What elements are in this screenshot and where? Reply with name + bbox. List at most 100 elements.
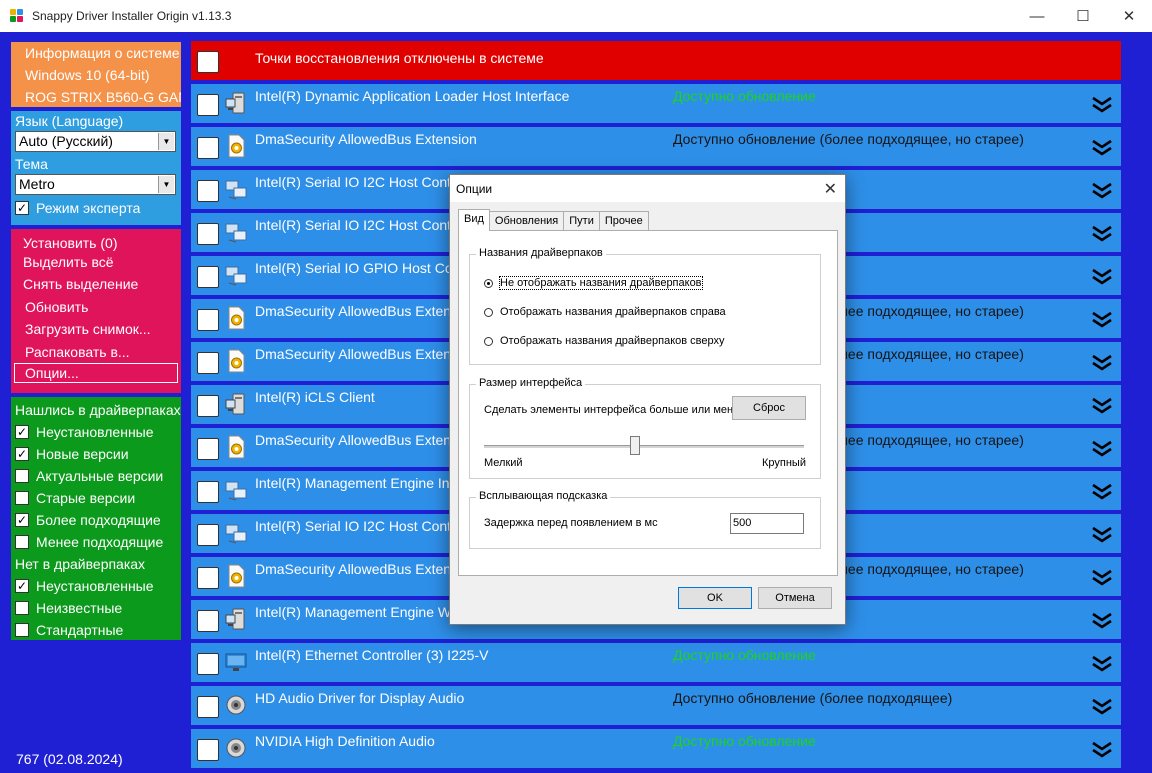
theme-select[interactable]: Metro ▼ [15, 174, 176, 195]
expand-chevron-icon[interactable] [1091, 741, 1113, 759]
speaker-icon [225, 693, 247, 717]
expand-chevron-icon[interactable] [1091, 612, 1113, 630]
checkbox-icon[interactable]: ✓ [15, 425, 29, 439]
checkbox-icon[interactable]: ✓ [15, 513, 29, 527]
checkbox-icon[interactable]: ✓ [15, 447, 29, 461]
filter-checkbox[interactable]: Актуальные версии [11, 465, 181, 487]
expand-chevron-icon[interactable] [1091, 311, 1113, 329]
driver-checkbox[interactable] [197, 653, 219, 675]
driver-checkbox[interactable] [197, 481, 219, 503]
tab-other[interactable]: Прочее [598, 211, 649, 230]
options-dialog: Опции ✕ Вид Обновления Пути Прочее Назва… [449, 174, 846, 625]
driver-checkbox[interactable] [197, 524, 219, 546]
close-icon[interactable]: ✕ [824, 179, 837, 199]
filter-checkbox[interactable]: Менее подходящие [11, 531, 181, 553]
restore-points-warning-row[interactable]: Точки восстановления отключены в системе [191, 41, 1121, 80]
checkbox-icon[interactable] [15, 535, 29, 549]
tab-paths[interactable]: Пути [563, 211, 600, 230]
options-button[interactable]: Опции... [14, 363, 178, 383]
load-snapshot-button[interactable]: Загрузить снимок... [11, 318, 181, 341]
driver-row[interactable]: Intel(R) Ethernet Controller (3) I225-V Д… [191, 643, 1121, 682]
expand-chevron-icon[interactable] [1091, 354, 1113, 372]
filter-checkbox[interactable]: Стандартные [11, 619, 181, 641]
expand-chevron-icon[interactable] [1091, 440, 1113, 458]
expand-chevron-icon[interactable] [1091, 139, 1113, 157]
select-all-button[interactable]: Выделить всё [11, 251, 181, 274]
driver-checkbox[interactable] [197, 567, 219, 589]
tooltip-delay-input[interactable]: 500 [730, 513, 804, 534]
radio-icon[interactable] [484, 336, 493, 346]
scale-slider-track[interactable] [484, 445, 804, 448]
filter-checkbox[interactable]: ✓ Неустановленные [11, 421, 181, 443]
driver-checkbox[interactable] [197, 309, 219, 331]
checkbox-icon[interactable]: ✓ [15, 579, 29, 593]
network-icon [225, 220, 247, 244]
filter-checkbox[interactable]: ✓ Новые версии [11, 443, 181, 465]
system-info-link[interactable]: Информация о системе [11, 42, 181, 64]
expand-chevron-icon[interactable] [1091, 483, 1113, 501]
driver-checkbox[interactable] [197, 94, 219, 116]
language-select[interactable]: Auto (Русский) ▼ [15, 131, 176, 152]
minimize-button[interactable]: — [1014, 0, 1060, 32]
checkbox-icon[interactable]: ✓ [15, 201, 29, 215]
filter-checkbox[interactable]: ✓ Более подходящие [11, 509, 181, 531]
driver-row[interactable]: Intel(R) Dynamic Application Loader Host… [191, 84, 1121, 123]
tab-content: Названия драйверпаков Не отображать назв… [458, 230, 838, 576]
tab-updates[interactable]: Обновления [488, 211, 565, 230]
driver-row[interactable]: NVIDIA High Definition Audio Доступно обн… [191, 729, 1121, 768]
driver-name: DmaSecurity AllowedBus Extension [255, 346, 477, 362]
expert-mode-checkbox[interactable]: ✓ Режим эксперта [11, 197, 181, 219]
expand-chevron-icon[interactable] [1091, 96, 1113, 114]
system-info-panel[interactable]: Информация о системе Windows 10 (64-bit)… [11, 42, 181, 107]
refresh-button[interactable]: Обновить [11, 296, 181, 319]
radio-hide-names[interactable]: Не отображать названия драйверпаков [484, 276, 703, 290]
deselect-button[interactable]: Снять выделение [11, 273, 181, 296]
maximize-button[interactable]: ☐ [1060, 0, 1106, 32]
driver-row[interactable]: DmaSecurity AllowedBus Extension Доступно… [191, 127, 1121, 166]
driver-checkbox[interactable] [197, 352, 219, 374]
driver-checkbox[interactable] [197, 438, 219, 460]
expand-chevron-icon[interactable] [1091, 182, 1113, 200]
driver-checkbox[interactable] [197, 180, 219, 202]
radio-names-top[interactable]: Отображать названия драйверпаков сверху [484, 335, 724, 347]
expand-chevron-icon[interactable] [1091, 698, 1113, 716]
expand-chevron-icon[interactable] [1091, 225, 1113, 243]
radio-icon[interactable] [484, 278, 493, 288]
checkbox-icon[interactable] [15, 491, 29, 505]
filter-checkbox[interactable]: Неизвестные [11, 597, 181, 619]
driver-checkbox[interactable] [197, 739, 219, 761]
ok-button[interactable]: OK [678, 587, 752, 609]
radio-names-right[interactable]: Отображать названия драйверпаков справа [484, 306, 726, 318]
driver-row[interactable]: HD Audio Driver for Display Audio Доступн… [191, 686, 1121, 725]
expand-chevron-icon[interactable] [1091, 655, 1113, 673]
expand-chevron-icon[interactable] [1091, 569, 1113, 587]
driver-checkbox[interactable] [197, 696, 219, 718]
driver-checkbox[interactable] [197, 223, 219, 245]
scale-slider-thumb[interactable] [630, 436, 640, 455]
expand-chevron-icon[interactable] [1091, 397, 1113, 415]
filter-checkbox[interactable]: ✓ Неустановленные [11, 575, 181, 597]
expand-chevron-icon[interactable] [1091, 268, 1113, 286]
driver-checkbox[interactable] [197, 51, 219, 73]
close-button[interactable]: ✕ [1106, 0, 1152, 32]
checkbox-icon[interactable] [15, 623, 29, 637]
reset-button[interactable]: Сброс [732, 396, 806, 420]
filter-checkbox[interactable]: Старые версии [11, 487, 181, 509]
scrollbar[interactable] [1130, 41, 1144, 773]
pc-icon [225, 392, 247, 416]
extract-button[interactable]: Распаковать в... [11, 341, 181, 364]
driver-checkbox[interactable] [197, 395, 219, 417]
driver-checkbox[interactable] [197, 137, 219, 159]
radio-icon[interactable] [484, 307, 493, 317]
delay-label: Задержка перед появлением в мс [484, 517, 658, 529]
driver-checkbox[interactable] [197, 610, 219, 632]
chevron-down-icon[interactable]: ▼ [158, 133, 174, 150]
cancel-button[interactable]: Отмена [758, 587, 832, 609]
expand-chevron-icon[interactable] [1091, 526, 1113, 544]
driver-checkbox[interactable] [197, 266, 219, 288]
checkbox-icon[interactable] [15, 469, 29, 483]
chevron-down-icon[interactable]: ▼ [158, 176, 174, 193]
network-icon [225, 263, 247, 287]
checkbox-icon[interactable] [15, 601, 29, 615]
tab-view[interactable]: Вид [458, 209, 490, 231]
